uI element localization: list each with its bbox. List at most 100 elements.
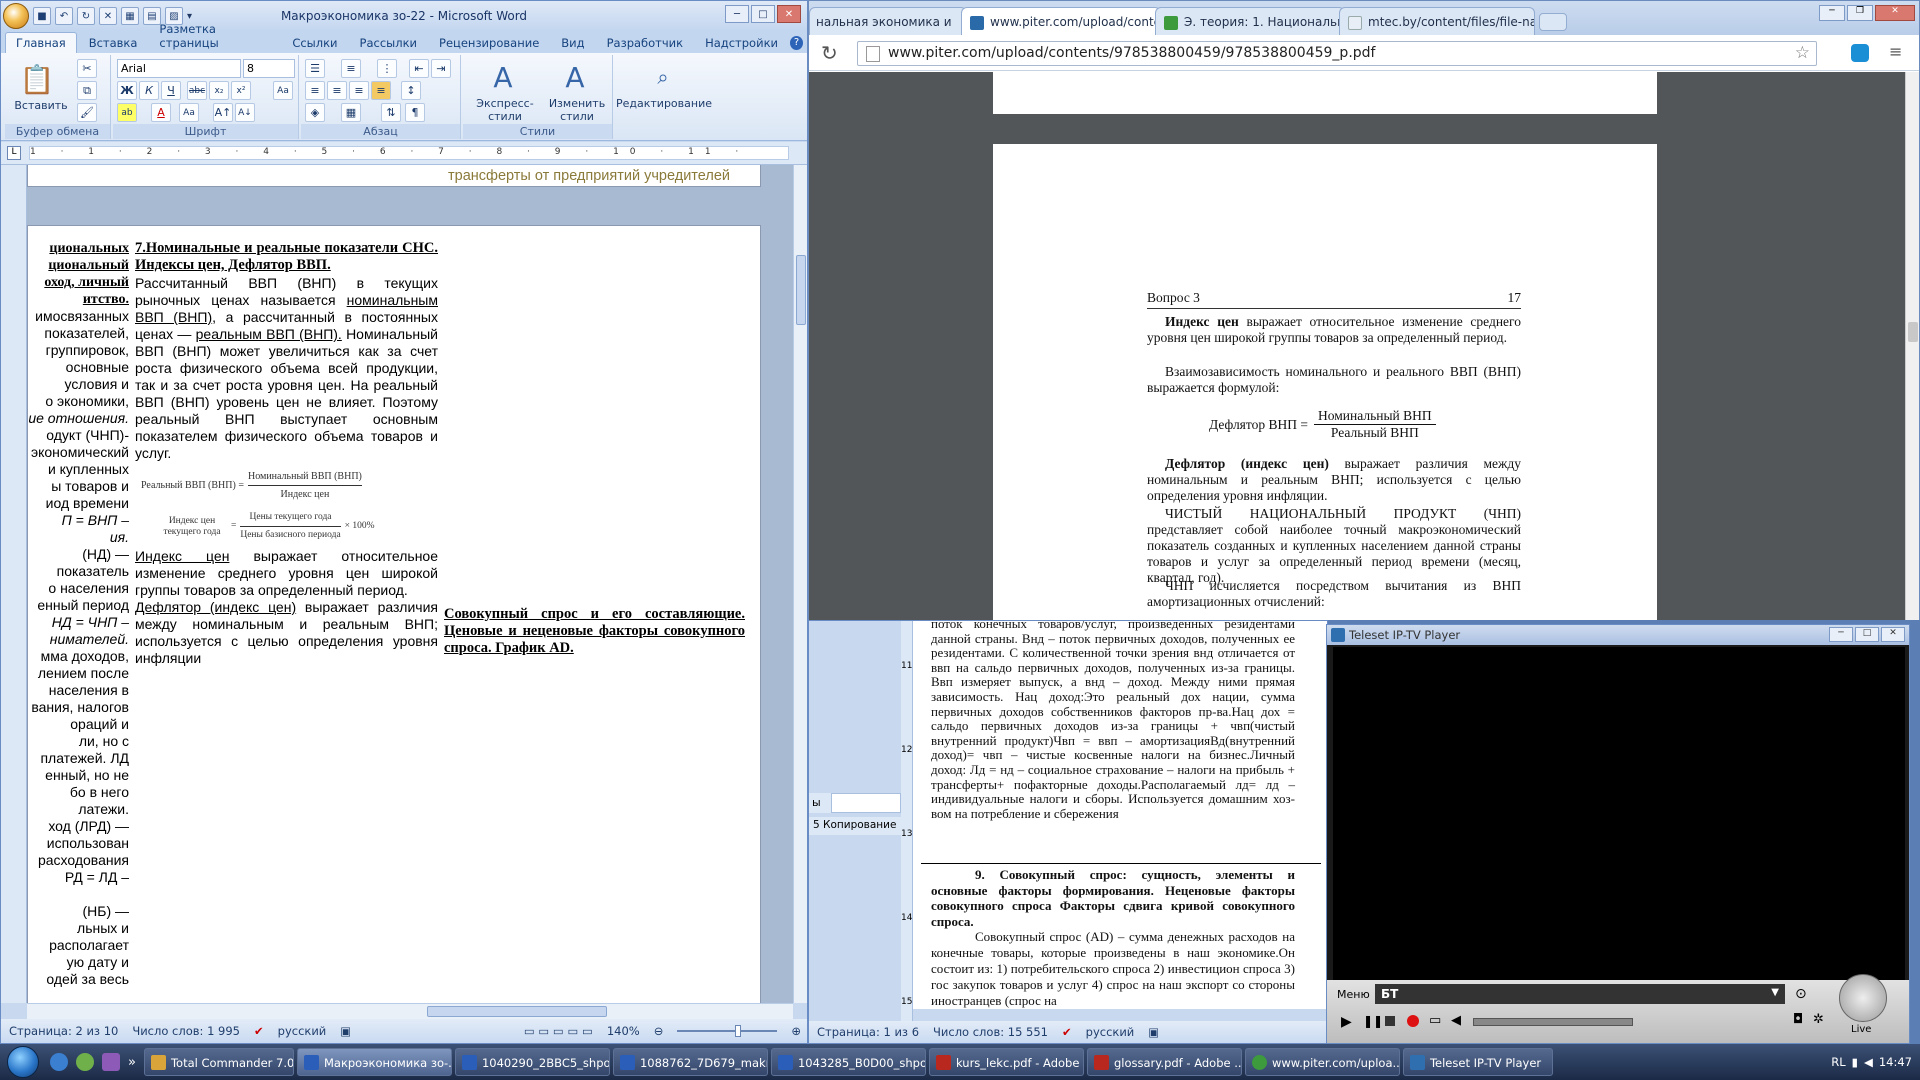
taskbar-item-total-commander[interactable]: Total Commander 7.0...	[143, 1048, 294, 1076]
minimize-icon[interactable]: ─	[1819, 5, 1845, 21]
proofing-icon[interactable]: ✔	[254, 1024, 264, 1038]
tv-video-area[interactable]	[1333, 647, 1905, 1001]
document-area[interactable]: трансферты от предприятий учредителей ци…	[27, 165, 793, 1003]
paste-icon[interactable]: 📋	[19, 61, 55, 97]
media-player-icon[interactable]	[76, 1053, 94, 1071]
superscript-icon[interactable]: x²	[231, 81, 251, 100]
clock[interactable]: 14:47	[1879, 1055, 1912, 1069]
align-left-icon[interactable]: ≡	[305, 81, 325, 100]
tab-addins[interactable]: Надстройки	[695, 33, 788, 53]
font-size-combo[interactable]: 8	[243, 59, 295, 78]
browser-tab-3[interactable]: Э. теория: 1. Национальна	[1155, 7, 1345, 35]
close-icon[interactable]: ✕	[1875, 5, 1915, 21]
tab-selector-icon[interactable]: L	[7, 146, 21, 160]
multilevel-icon[interactable]: ⋮	[377, 59, 397, 78]
change-styles-button[interactable]: Изменить стили	[547, 97, 607, 123]
tv-navigation-pad[interactable]	[1839, 974, 1887, 1022]
proofing-icon[interactable]: ✔	[1062, 1025, 1072, 1039]
pdf-scroll-thumb[interactable]	[1908, 322, 1918, 342]
folder-icon[interactable]: ▭	[1429, 1013, 1441, 1028]
tab-view[interactable]: Вид	[551, 33, 594, 53]
underline-icon[interactable]: Ч	[161, 81, 181, 100]
tab-insert[interactable]: Вставка	[79, 33, 148, 53]
macro-icon[interactable]: ▣	[340, 1024, 351, 1038]
taskbar-item-word-3[interactable]: 1088762_7D679_makr...	[612, 1048, 768, 1076]
side-input[interactable]	[831, 793, 901, 813]
paste-button[interactable]: Вставить	[5, 99, 77, 112]
increase-indent-icon[interactable]: ⇥	[431, 59, 451, 78]
volume-slider[interactable]	[1473, 1018, 1633, 1026]
taskbar-item-adobe-1[interactable]: kurs_lekc.pdf - Adobe ...	[928, 1048, 1084, 1076]
format-painter-icon[interactable]: 🖌	[77, 103, 97, 122]
vertical-scrollbar[interactable]	[793, 165, 807, 1003]
tv-timer-icon[interactable]: ⊙	[1795, 986, 1807, 1002]
word2-document-page[interactable]: поток конечных товаров/услуг, произведен…	[913, 621, 1327, 1009]
page-count[interactable]: Страница: 2 из 10	[9, 1024, 118, 1038]
pdf-viewer[interactable]: Вопрос 3 17 Индекс цен выражает относител…	[809, 72, 1905, 620]
settings-icon[interactable]: ✲	[1813, 1012, 1824, 1027]
grow-font-icon[interactable]: A↑	[213, 103, 233, 122]
zoom-level[interactable]: 140%	[607, 1024, 640, 1038]
express-styles-icon[interactable]: A	[485, 59, 521, 95]
editing-button[interactable]: Редактирование	[615, 97, 713, 110]
app-icon[interactable]	[102, 1053, 120, 1071]
bullets-icon[interactable]: ☰	[305, 59, 325, 78]
font-name-combo[interactable]: Arial	[117, 59, 241, 78]
volume-icon[interactable]: ◀	[1451, 1013, 1461, 1028]
maximize-icon[interactable]: □	[1855, 627, 1879, 642]
italic-icon[interactable]: К	[139, 81, 159, 100]
taskbar-item-word-macro[interactable]: Макроэкономика зо-...	[296, 1048, 452, 1076]
zoom-out-icon[interactable]: ⊖	[654, 1024, 664, 1038]
tab-page-layout[interactable]: Разметка страницы	[149, 19, 280, 53]
tab-home[interactable]: Главная	[5, 32, 77, 53]
tab-references[interactable]: Ссылки	[282, 33, 347, 53]
pause-icon[interactable]: ❚❚	[1363, 1014, 1383, 1028]
extension-icon[interactable]	[1851, 44, 1869, 62]
zoom-in-icon[interactable]: ⊕	[791, 1024, 801, 1038]
word2-word-count[interactable]: Число слов: 15 551	[933, 1025, 1048, 1039]
close-icon[interactable]: ✕	[1881, 627, 1905, 642]
align-center-icon[interactable]: ≡	[327, 81, 347, 100]
scroll-thumb[interactable]	[796, 255, 806, 325]
numbering-icon[interactable]: ≡	[341, 59, 361, 78]
browser-tab-1[interactable]: нальная экономика и	[809, 7, 967, 35]
line-spacing-icon[interactable]: ↕	[401, 81, 421, 100]
language[interactable]: русский	[278, 1024, 327, 1038]
bookmark-star-icon[interactable]: ☆	[1795, 43, 1810, 63]
change-case-icon[interactable]: Aa	[179, 103, 199, 122]
decrease-indent-icon[interactable]: ⇤	[409, 59, 429, 78]
restore-icon[interactable]: ❐	[1847, 5, 1873, 21]
pdf-scrollbar[interactable]	[1905, 72, 1919, 620]
macro-icon[interactable]: ▣	[1148, 1025, 1159, 1039]
tv-menu-button[interactable]: Меню	[1337, 988, 1370, 1001]
maximize-icon[interactable]: □	[751, 5, 775, 23]
tab-developer[interactable]: Разработчик	[597, 33, 694, 53]
minimize-icon[interactable]: ─	[1829, 627, 1853, 642]
stop-icon[interactable]	[1385, 1016, 1395, 1026]
camera-icon[interactable]: ◘	[1793, 1012, 1803, 1027]
view-buttons[interactable]: ▭ ▭ ▭ ▭ ▭	[524, 1024, 593, 1038]
shading-icon[interactable]: ◈	[305, 103, 325, 122]
bold-icon[interactable]: Ж	[117, 81, 137, 100]
taskbar-item-word-2[interactable]: 1040290_2BBC5_shpo...	[454, 1048, 610, 1076]
borders-icon[interactable]: ▦	[341, 103, 361, 122]
ie-icon[interactable]	[50, 1053, 68, 1071]
side-label-2[interactable]: 5 Копирование	[809, 817, 901, 835]
tv-channel-select[interactable]: БТ ▼	[1375, 984, 1785, 1004]
taskbar-item-adobe-2[interactable]: glossary.pdf - Adobe ...	[1086, 1048, 1242, 1076]
volume-tray-icon[interactable]: ◀	[1864, 1055, 1873, 1069]
wrench-icon[interactable]: ≡	[1889, 42, 1902, 61]
sort-icon[interactable]: ⇅	[381, 103, 401, 122]
start-button[interactable]	[0, 1044, 46, 1080]
highlight-icon[interactable]: ab	[117, 103, 137, 122]
taskbar-item-word-4[interactable]: 1043285_B0D00_shpo...	[770, 1048, 926, 1076]
taskbar-item-iptv[interactable]: Teleset IP-TV Player	[1402, 1048, 1553, 1076]
shrink-font-icon[interactable]: A↓	[235, 103, 255, 122]
hscroll-thumb[interactable]	[427, 1006, 607, 1017]
language-indicator[interactable]: RL	[1831, 1055, 1845, 1069]
horizontal-scrollbar[interactable]	[27, 1003, 793, 1019]
pilcrow-icon[interactable]: ¶	[405, 103, 425, 122]
strikethrough-icon[interactable]: abc	[187, 81, 207, 100]
minimize-icon[interactable]: ─	[725, 5, 749, 23]
address-bar[interactable]: www.piter.com/upload/contents/9785388004…	[857, 41, 1817, 66]
